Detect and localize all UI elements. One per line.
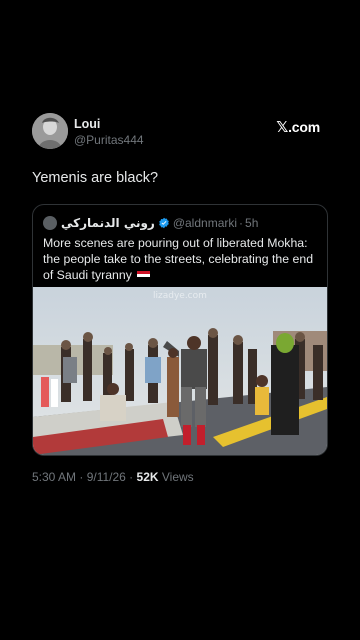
quoted-tweet-text-block: More scenes are pouring out of liberated… bbox=[43, 235, 323, 283]
avatar-image bbox=[32, 113, 68, 149]
author-avatar[interactable] bbox=[32, 113, 68, 149]
quoted-tweet-media[interactable]: lizadye.com bbox=[33, 287, 327, 455]
views-label: Views bbox=[158, 470, 194, 484]
yemen-flag-icon bbox=[137, 271, 151, 280]
brand-domain: .com bbox=[288, 119, 320, 135]
verified-badge-icon bbox=[158, 217, 170, 229]
views-count: 52K bbox=[136, 470, 159, 484]
quoted-tweet-header: روني الدنماركي @aldnmarki · 5h bbox=[43, 215, 258, 231]
tweet-timestamp[interactable]: 5:30 AM · 9/11/26 · bbox=[32, 470, 137, 484]
quoted-author-name[interactable]: روني الدنماركي bbox=[61, 216, 155, 230]
quoted-tweet-text: More scenes are pouring out of liberated… bbox=[43, 236, 314, 282]
separator-dot: · bbox=[239, 216, 244, 230]
image-watermark: lizadye.com bbox=[153, 291, 207, 301]
tweet-meta: 5:30 AM · 9/11/26 · 52K Views bbox=[32, 470, 194, 484]
author-name[interactable]: Loui bbox=[74, 117, 100, 131]
x-brand-logo: 𝕏.com bbox=[276, 118, 320, 136]
street-celebration-photo bbox=[33, 287, 327, 455]
quoted-author-avatar[interactable] bbox=[43, 216, 57, 230]
x-logo-icon: 𝕏 bbox=[276, 118, 289, 136]
tweet-text: Yemenis are black? bbox=[32, 170, 159, 186]
quoted-tweet-time[interactable]: 5h bbox=[245, 216, 258, 230]
quoted-author-handle[interactable]: @aldnmarki bbox=[173, 216, 237, 230]
quoted-tweet-card[interactable]: روني الدنماركي @aldnmarki · 5h More scen… bbox=[32, 204, 328, 456]
author-handle[interactable]: @Puritas444 bbox=[74, 133, 144, 147]
tweet-header: Loui @Puritas444 𝕏.com bbox=[32, 113, 328, 151]
